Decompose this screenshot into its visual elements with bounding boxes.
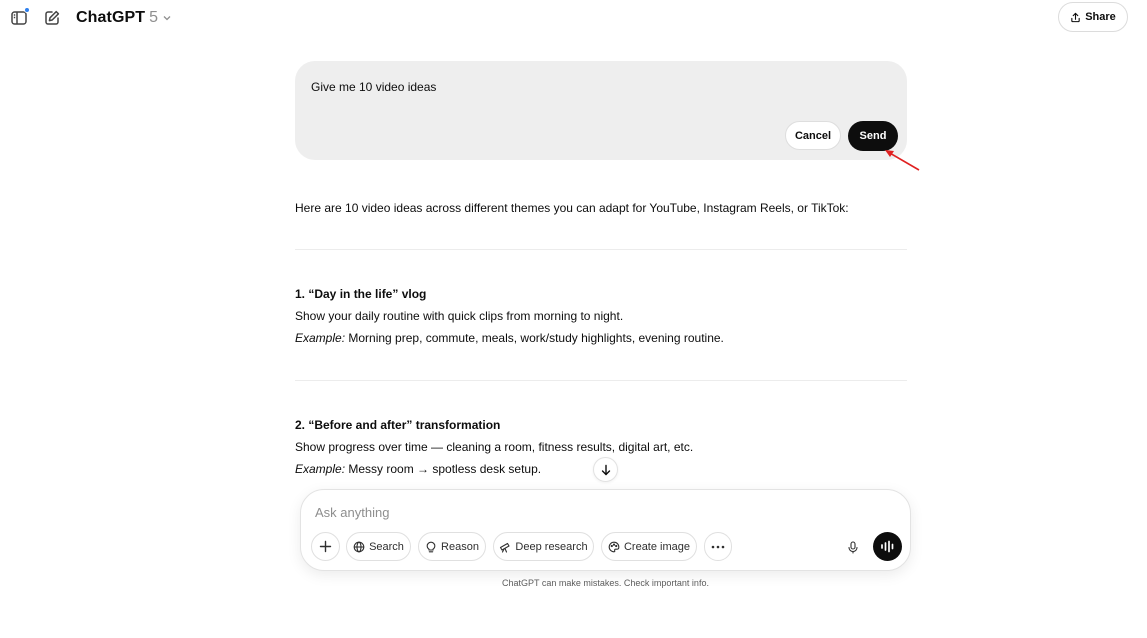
share-label: Share [1085, 11, 1116, 23]
search-button[interactable]: Search [346, 532, 411, 561]
cancel-button[interactable]: Cancel [785, 121, 841, 150]
deep-research-label: Deep research [515, 540, 588, 553]
chevron-down-icon [163, 16, 171, 21]
more-tools-button[interactable] [704, 532, 732, 561]
divider [295, 380, 907, 381]
search-label: Search [369, 540, 404, 553]
edit-message-text[interactable]: Give me 10 video ideas [311, 80, 436, 94]
deep-research-button[interactable]: Deep research [493, 532, 594, 561]
microphone-icon [848, 540, 858, 554]
divider [295, 249, 907, 250]
lightbulb-icon [426, 541, 436, 552]
plus-icon [319, 540, 332, 553]
arrow-down-icon [601, 464, 610, 475]
response-intro: Here are 10 video ideas across different… [295, 201, 849, 215]
idea-description: Show progress over time — cleaning a roo… [295, 440, 694, 454]
example-label: Example: [295, 462, 346, 476]
globe-icon [353, 541, 365, 552]
share-button[interactable]: Share [1058, 2, 1128, 32]
model-selector[interactable]: ChatGPT 5 [76, 8, 172, 28]
dictate-button[interactable] [840, 534, 866, 560]
disclaimer-text: ChatGPT can make mistakes. Check importa… [502, 578, 709, 588]
example-label: Example: [295, 331, 346, 345]
reason-button[interactable]: Reason [418, 532, 486, 561]
sidebar-toggle-icon[interactable] [9, 7, 30, 28]
annotation-arrow-icon [885, 150, 920, 171]
prompt-input[interactable] [315, 502, 875, 522]
model-version: 5 [149, 9, 159, 26]
waveform-icon [881, 540, 894, 553]
scroll-down-button[interactable] [593, 457, 618, 482]
model-name: ChatGPT [76, 9, 146, 26]
example-text: Morning prep, commute, meals, work/study… [345, 331, 724, 345]
idea-example: Example: Morning prep, commute, meals, w… [295, 327, 907, 349]
idea-section: 1. “Day in the life” vlog Show your dail… [295, 283, 907, 349]
create-image-label: Create image [623, 540, 691, 553]
create-image-button[interactable]: Create image [601, 532, 697, 561]
notification-dot [24, 7, 30, 13]
idea-title: 1. “Day in the life” vlog [295, 287, 427, 301]
new-chat-icon[interactable] [42, 8, 62, 28]
voice-mode-button[interactable] [873, 532, 902, 561]
idea-title: 2. “Before and after” transformation [295, 418, 501, 432]
example-text: Messy room → spotless desk setup. [345, 462, 542, 476]
more-horizontal-icon [711, 545, 725, 548]
composer: Search Reason Deep research Create image [300, 489, 911, 571]
edit-message-box[interactable]: Give me 10 video ideas Cancel Send [295, 61, 907, 160]
share-icon [1071, 12, 1080, 22]
telescope-icon [500, 542, 510, 553]
idea-description: Show your daily routine with quick clips… [295, 309, 624, 323]
palette-icon [608, 541, 620, 552]
add-attachment-button[interactable] [311, 532, 340, 561]
reason-label: Reason [441, 540, 479, 553]
top-bar: ChatGPT 5 Share [0, 0, 1147, 36]
